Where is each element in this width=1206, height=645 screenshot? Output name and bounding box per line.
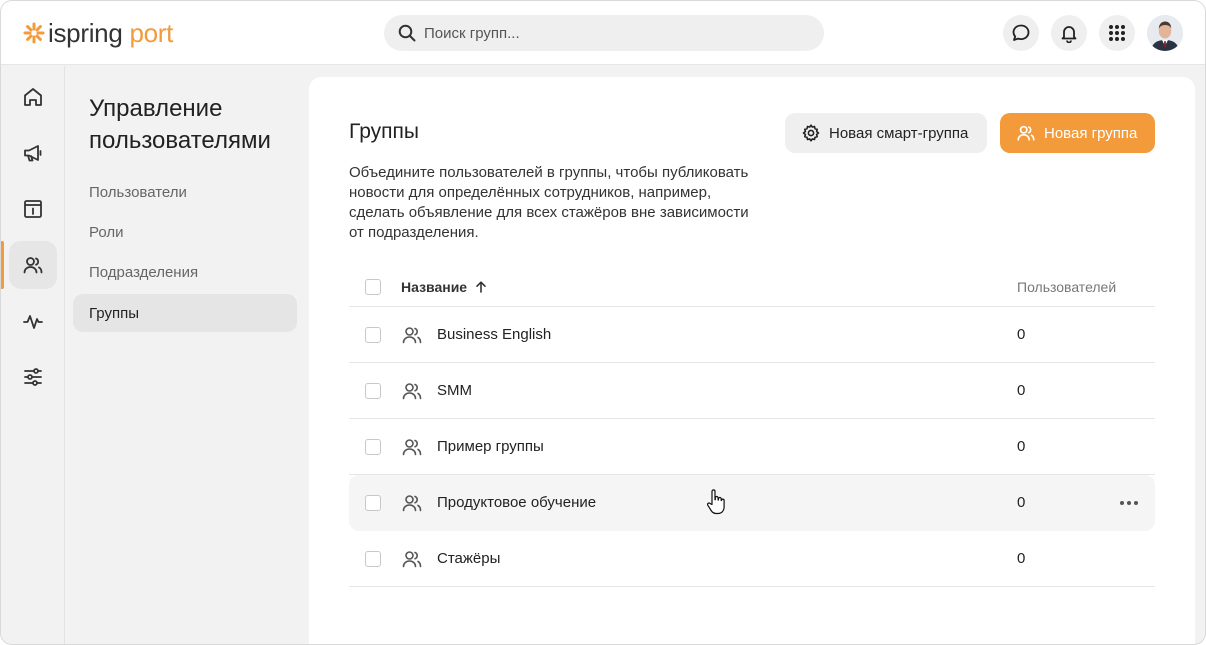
group-user-count: 0 <box>1017 550 1026 567</box>
group-icon <box>402 439 422 456</box>
select-all-checkbox[interactable] <box>365 279 381 295</box>
row-more-button[interactable] <box>1117 493 1141 513</box>
main-card: Группы Объедините пользователей в группы… <box>309 77 1195 644</box>
group-user-count: 0 <box>1017 438 1026 455</box>
search-input[interactable] <box>424 24 804 42</box>
new-group-button[interactable]: Новая группа <box>1000 113 1155 153</box>
chat-button[interactable] <box>1003 15 1039 51</box>
new-group-label: Новая группа <box>1044 124 1138 142</box>
group-icon <box>402 327 422 344</box>
subnav-item-groups[interactable]: Группы <box>73 294 297 332</box>
group-name[interactable]: Продуктовое обучение <box>437 494 596 511</box>
group-icon <box>402 551 422 568</box>
logo[interactable]: ispring port <box>23 17 173 49</box>
hand-cursor-icon <box>706 489 725 515</box>
users-icon <box>23 257 43 274</box>
section-title: Управление пользователями <box>89 95 271 154</box>
table-row[interactable]: Пример группы 0 <box>349 419 1155 475</box>
column-name-label: Название <box>401 279 468 295</box>
group-name[interactable]: Business English <box>437 326 551 343</box>
new-smart-group-button[interactable]: Новая смарт-группа <box>785 113 987 153</box>
gear-icon <box>802 124 820 142</box>
chat-icon <box>1012 24 1030 41</box>
group-user-count: 0 <box>1017 326 1026 343</box>
group-icon <box>402 495 422 512</box>
table-header: Название Пользователей <box>349 267 1155 307</box>
row-checkbox[interactable] <box>365 495 381 511</box>
row-checkbox[interactable] <box>365 327 381 343</box>
left-rail <box>1 66 65 644</box>
group-name[interactable]: Пример группы <box>437 438 544 455</box>
new-smart-group-label: Новая смарт-группа <box>829 124 969 142</box>
logo-text-ispring: ispring <box>48 18 123 48</box>
page-title: Группы <box>349 120 419 143</box>
top-bar: ispring port <box>1 1 1205 65</box>
notifications-button[interactable] <box>1051 15 1087 51</box>
more-horizontal-icon <box>1120 501 1138 505</box>
column-name-header[interactable]: Название <box>401 279 488 295</box>
rail-item-users[interactable] <box>9 241 57 289</box>
avatar-image <box>1147 15 1183 51</box>
group-name[interactable]: Стажёры <box>437 550 500 567</box>
group-icon <box>402 383 422 400</box>
row-checkbox[interactable] <box>365 383 381 399</box>
rail-item-news[interactable] <box>9 129 57 177</box>
users-icon <box>1017 125 1035 141</box>
user-avatar[interactable] <box>1147 15 1183 51</box>
ispring-logo-icon <box>23 22 45 44</box>
rail-item-info[interactable] <box>9 185 57 233</box>
apps-button[interactable] <box>1099 15 1135 51</box>
subnav-item-roles[interactable]: Роли <box>73 213 297 251</box>
subnav-item-label: Роли <box>89 223 124 241</box>
subnav-item-label: Подразделения <box>89 263 199 281</box>
info-board-icon <box>24 200 42 218</box>
rail-item-home[interactable] <box>9 73 57 121</box>
secondary-nav: Управление пользователями Пользователи Р… <box>66 66 309 644</box>
group-user-count: 0 <box>1017 382 1026 399</box>
table-row[interactable]: SMM 0 <box>349 363 1155 419</box>
group-user-count: 0 <box>1017 494 1026 511</box>
table-row[interactable]: Стажёры 0 <box>349 531 1155 587</box>
rail-item-settings[interactable] <box>9 353 57 401</box>
rail-item-analytics[interactable] <box>9 297 57 345</box>
page-description: Объедините пользователей в группы, чтобы… <box>349 164 749 241</box>
arrow-up-icon <box>476 281 486 293</box>
subnav-item-label: Группы <box>89 304 139 322</box>
rail-active-indicator <box>1 241 4 289</box>
groups-table: Название Пользователей Business English <box>349 267 1155 587</box>
table-row[interactable]: Продуктовое обучение 0 <box>349 475 1155 531</box>
activity-icon <box>23 315 43 329</box>
sliders-icon <box>24 368 42 386</box>
column-users-header[interactable]: Пользователей <box>1017 279 1116 295</box>
logo-text: ispring port <box>48 20 173 46</box>
app-window: ispring port Поиск групп... Управление п… <box>0 0 1206 645</box>
row-checkbox[interactable] <box>365 551 381 567</box>
search-icon <box>398 24 416 42</box>
bell-icon <box>1061 26 1077 43</box>
subnav-item-label: Пользователи <box>89 183 187 201</box>
apps-grid-icon <box>1109 25 1125 41</box>
subnav-item-users[interactable]: Пользователи <box>73 173 297 211</box>
search-bar[interactable] <box>384 15 824 51</box>
row-checkbox[interactable] <box>365 439 381 455</box>
logo-text-port: port <box>129 18 174 48</box>
table-row[interactable]: Business English 0 <box>349 307 1155 363</box>
home-icon <box>24 88 42 106</box>
megaphone-icon <box>24 145 42 162</box>
subnav-item-departments[interactable]: Подразделения <box>73 253 297 291</box>
group-name[interactable]: SMM <box>437 382 472 399</box>
